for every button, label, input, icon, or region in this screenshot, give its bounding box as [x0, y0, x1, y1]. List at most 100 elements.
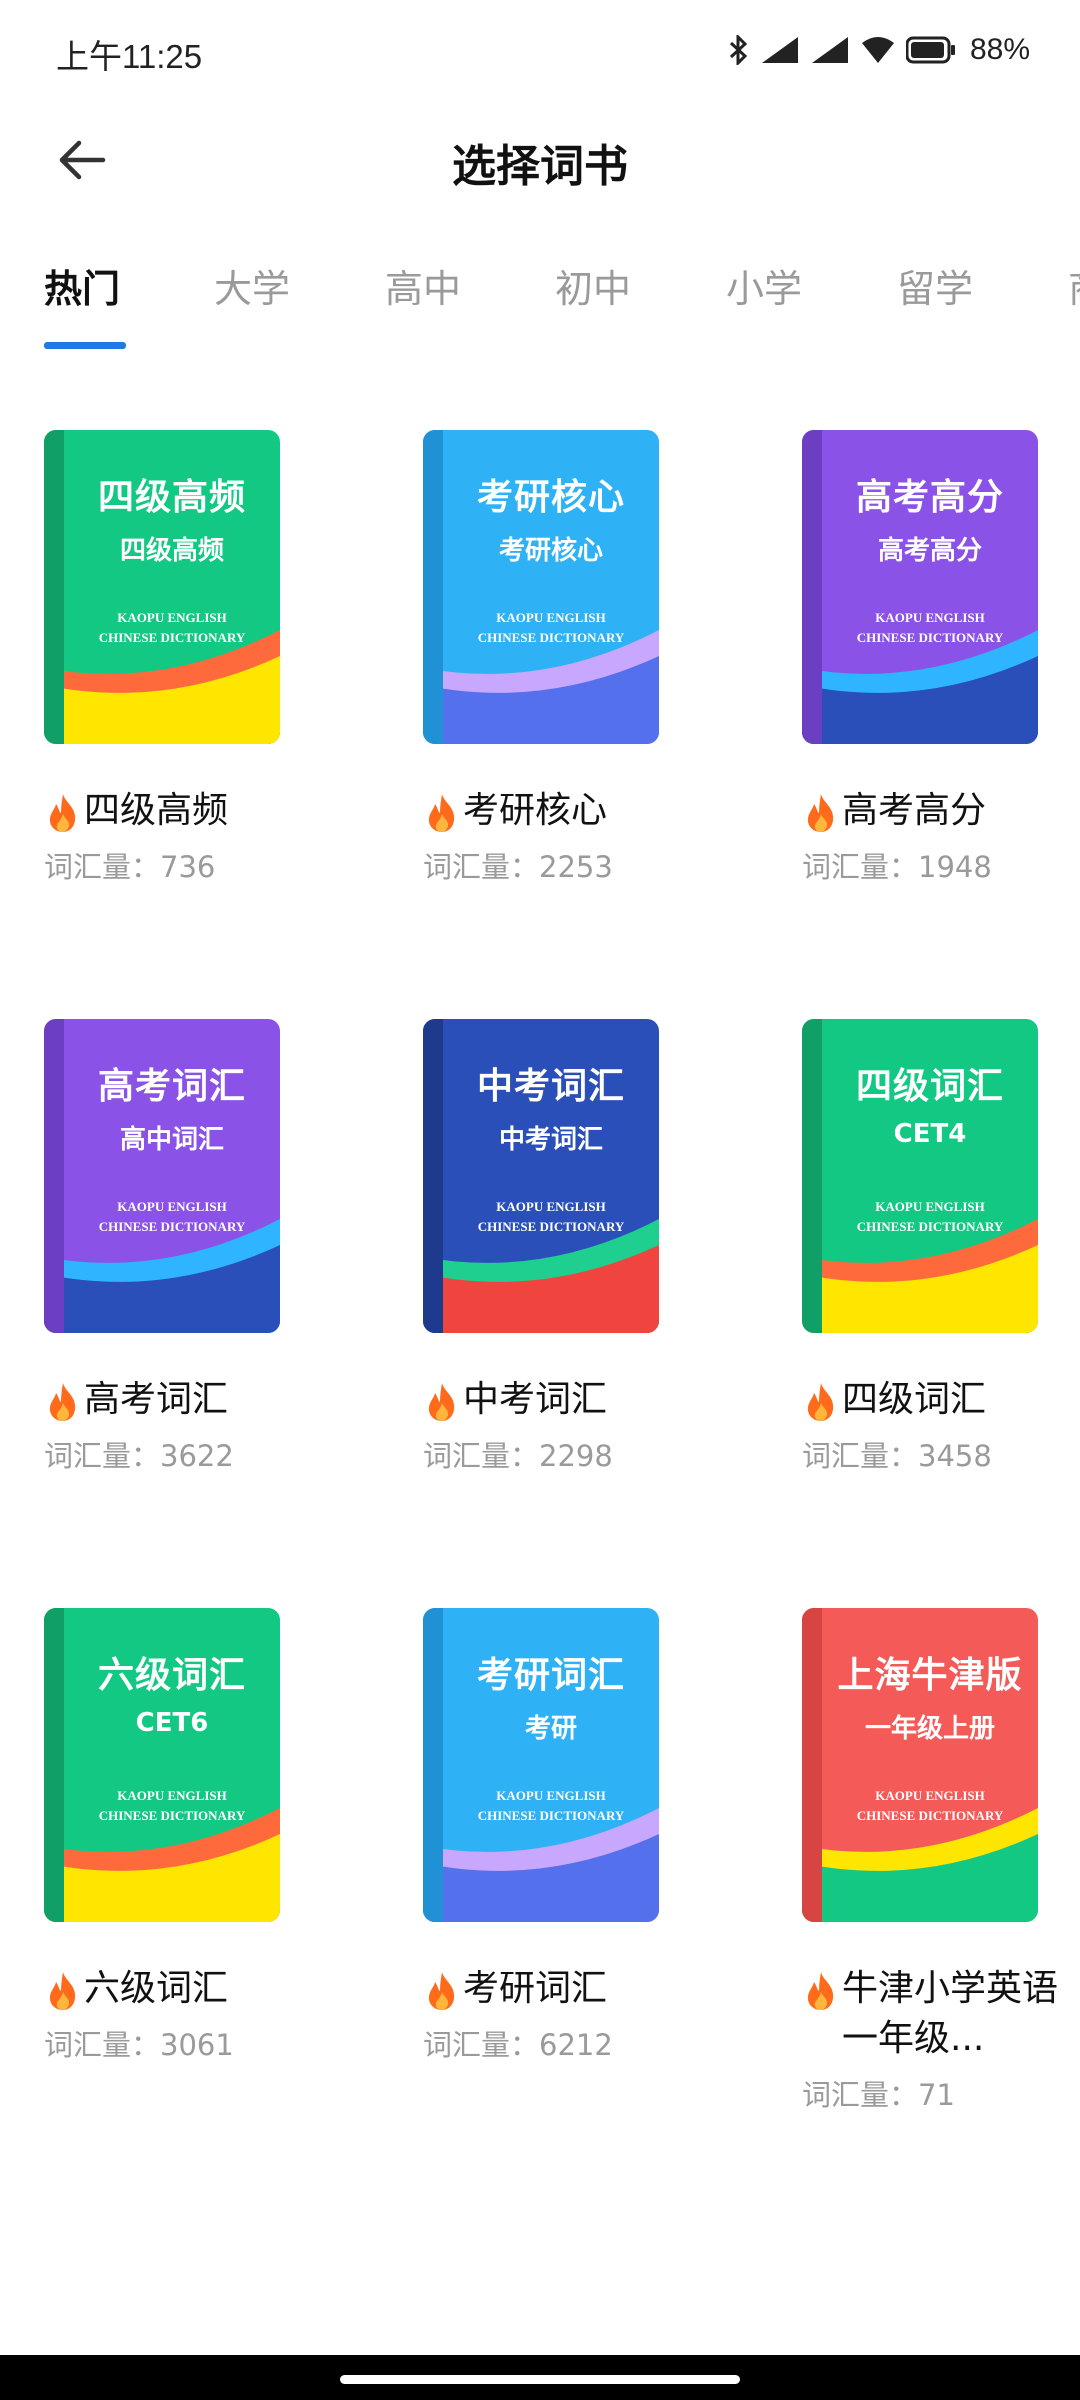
cover-brand-line1: KAOPU ENGLISH: [875, 610, 985, 625]
book-name: 四级高频: [44, 786, 364, 836]
cover-title: 六级词汇: [97, 1655, 246, 1696]
system-nav-bar: [0, 2355, 1080, 2400]
tab-university[interactable]: 大学: [214, 258, 290, 313]
tab-middle-school[interactable]: 初中: [555, 258, 631, 313]
book-card[interactable]: 四级高频 四级高频 KAOPU ENGLISH CHINESE DICTIONARY 四…: [44, 430, 364, 886]
book-card[interactable]: 高考高分 高考高分 KAOPU ENGLISH CHINESE DICTIONARY 高…: [802, 430, 1080, 886]
wifi-icon: [861, 37, 894, 63]
cover-brand-line1: KAOPU ENGLISH: [496, 1199, 606, 1214]
book-spine: [423, 1019, 443, 1333]
cover-title: 高考词汇: [97, 1066, 246, 1107]
cover-subtitle: 考研: [524, 1714, 577, 1744]
book-spine: [44, 1019, 64, 1333]
tab-indicator: [44, 342, 126, 349]
header: 选择词书: [0, 110, 1080, 210]
book-name-text: 中考词汇: [463, 1379, 608, 1420]
book-name-text: 四级高频: [84, 790, 229, 831]
book-cover: 考研核心 考研核心 KAOPU ENGLISH CHINESE DICTIONARY: [423, 430, 659, 744]
fire-icon: [49, 1972, 76, 2010]
cover-brand: KAOPU ENGLISH CHINESE DICTIONARY: [443, 608, 659, 648]
status-time: 上午11:25: [56, 38, 203, 75]
book-card[interactable]: 考研核心 考研核心 KAOPU ENGLISH CHINESE DICTIONARY 考…: [423, 430, 743, 886]
cover-brand-line1: KAOPU ENGLISH: [496, 610, 606, 625]
cover-subtitle: 一年级上册: [864, 1714, 995, 1744]
tab-high-school[interactable]: 高中: [385, 258, 461, 313]
book-cover: 高考高分 高考高分 KAOPU ENGLISH CHINESE DICTIONARY: [802, 430, 1038, 744]
word-count: 词汇量：2298: [423, 1439, 613, 1473]
fire-icon: [428, 794, 455, 832]
cover-brand: KAOPU ENGLISH CHINESE DICTIONARY: [822, 1197, 1038, 1237]
book-spine: [44, 1608, 64, 1922]
cover-brand: KAOPU ENGLISH CHINESE DICTIONARY: [64, 1786, 280, 1826]
word-count: 词汇量：6212: [423, 2028, 613, 2062]
book-cover: 考研词汇 考研 KAOPU ENGLISH CHINESE DICTIONARY: [423, 1608, 659, 1922]
signal-icon: [761, 37, 798, 63]
cover-brand-line1: KAOPU ENGLISH: [117, 1788, 227, 1803]
book-name: 高考词汇: [44, 1375, 364, 1425]
cover-subtitle: 高考高分: [877, 536, 982, 566]
book-card[interactable]: 中考词汇 中考词汇 KAOPU ENGLISH CHINESE DICTIONARY 中…: [423, 1019, 743, 1475]
home-indicator[interactable]: [340, 2375, 740, 2384]
tab-hot[interactable]: 热门: [44, 258, 120, 313]
cover-brand-line2: CHINESE DICTIONARY: [98, 1219, 246, 1234]
cover-subtitle: 中考词汇: [498, 1125, 603, 1155]
cover-subtitle: 四级高频: [119, 536, 224, 566]
tab-primary-school[interactable]: 小学: [726, 258, 802, 313]
cover-title: 四级词汇: [855, 1066, 1004, 1107]
cover-brand-line2: CHINESE DICTIONARY: [477, 1219, 625, 1234]
word-count: 词汇量：3622: [44, 1439, 234, 1473]
fire-icon: [807, 794, 834, 832]
cover-title: 考研词汇: [476, 1655, 625, 1696]
cover-brand: KAOPU ENGLISH CHINESE DICTIONARY: [822, 1786, 1038, 1826]
cover-subtitle: CET6: [135, 1708, 209, 1738]
word-count: 词汇量：736: [44, 850, 216, 884]
fire-icon: [428, 1972, 455, 2010]
cover-brand-line2: CHINESE DICTIONARY: [856, 630, 1004, 645]
cover-brand-line1: KAOPU ENGLISH: [117, 1199, 227, 1214]
status-icons: 88%: [728, 30, 1030, 70]
word-count: 词汇量：3458: [802, 1439, 992, 1473]
book-cover: 四级高频 四级高频 KAOPU ENGLISH CHINESE DICTIONARY: [44, 430, 280, 744]
cover-subtitle: 高中词汇: [119, 1125, 224, 1155]
fire-icon: [807, 1972, 834, 2010]
book-name-text: 六级词汇: [84, 1968, 229, 2009]
book-cover: 六级词汇 CET6 KAOPU ENGLISH CHINESE DICTIONARY: [44, 1608, 280, 1922]
cover-brand-line2: CHINESE DICTIONARY: [98, 630, 246, 645]
book-card[interactable]: 考研词汇 考研 KAOPU ENGLISH CHINESE DICTIONARY 考研词…: [423, 1608, 743, 2064]
cover-title: 中考词汇: [476, 1066, 625, 1107]
fire-icon: [807, 1383, 834, 1421]
signal-icon-2: [811, 37, 848, 63]
book-name-text: 考研词汇: [463, 1968, 608, 2009]
status-bar: 上午11:25 88%: [0, 0, 1080, 100]
cover-subtitle: CET4: [893, 1119, 967, 1149]
word-count: 词汇量：3061: [44, 2028, 234, 2062]
book-spine: [802, 430, 822, 744]
book-card[interactable]: 四级词汇 CET4 KAOPU ENGLISH CHINESE DICTIONARY 四…: [802, 1019, 1080, 1475]
cover-brand-line2: CHINESE DICTIONARY: [98, 1808, 246, 1823]
cover-brand-line1: KAOPU ENGLISH: [875, 1199, 985, 1214]
bluetooth-icon: [729, 35, 748, 65]
book-name: 考研核心: [423, 786, 743, 836]
cover-title: 考研核心: [476, 477, 625, 518]
book-spine: [802, 1608, 822, 1922]
page-title: 选择词书: [452, 141, 628, 192]
tab-business[interactable]: 商: [1068, 258, 1080, 313]
book-name-text: 考研核心: [463, 790, 608, 831]
cover-brand-line2: CHINESE DICTIONARY: [856, 1808, 1004, 1823]
fire-icon: [49, 794, 76, 832]
book-name: 牛津小学英语一年级...: [802, 1964, 1080, 2064]
book-spine: [423, 1608, 443, 1922]
book-card[interactable]: 上海牛津版 一年级上册 KAOPU ENGLISH CHINESE DICTIONAR…: [802, 1608, 1080, 2114]
battery-percent: 88%: [969, 33, 1030, 66]
book-cover: 高考词汇高中词汇 KAOPU ENGLISH CHINESE DICTIONARY: [44, 1019, 280, 1333]
book-name: 六级词汇: [44, 1964, 364, 2014]
tab-study-abroad[interactable]: 留学: [897, 258, 973, 313]
book-name-text: 四级词汇: [842, 1379, 987, 1420]
cover-brand-line1: KAOPU ENGLISH: [875, 1788, 985, 1803]
book-card[interactable]: 高考词汇 高中词汇 KAOPU ENGLISH CHINESE DICTIONARY 高…: [44, 1019, 364, 1475]
book-spine: [44, 430, 64, 744]
battery-icon: [905, 36, 955, 64]
word-count: 词汇量：71: [802, 2078, 955, 2112]
fire-icon: [428, 1383, 455, 1421]
book-card[interactable]: 六级词汇 CET6 KAOPU ENGLISH CHINESE DICTIONARY 六…: [44, 1608, 364, 2064]
